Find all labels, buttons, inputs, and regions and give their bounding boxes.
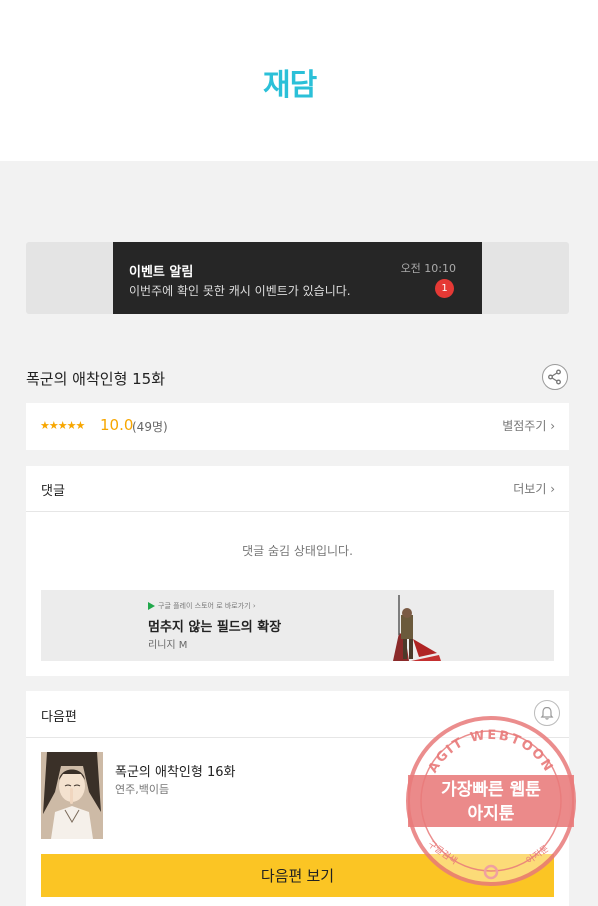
rating-score: 10.0 [100,416,134,434]
comments-card: 댓글 더보기 › 댓글 숨김 상태입니다. 구글 플레이 스토어 로 바로가기 … [26,466,569,676]
comments-more-button[interactable]: 더보기 › [513,480,555,497]
watermark-stamp: AGIT WEBTOON 가장빠른 웹툰 아지툰 구글검색 아지툰 [406,716,576,886]
event-title: 이벤트 알림 [129,265,194,280]
thumbnail-image [41,752,103,839]
rating-count: (49명) [132,420,168,434]
ad-subtitle: 구글 플레이 스토어 로 바로가기 › [158,602,256,610]
share-icon [548,369,561,385]
event-count-badge: 1 [435,279,454,298]
ad-character-image [393,595,441,661]
next-episode-title[interactable]: 폭군의 애착인형 16화 [115,761,236,780]
rate-button[interactable]: 별점주기 › [502,417,555,434]
ad-title: 멈추지 않는 필드의 확장 [148,620,282,635]
ad-brand: 리니지 M [148,640,188,651]
brand-logo[interactable]: 재담 [263,60,317,104]
watermark-line1: 가장빠른 웹툰 [441,780,541,800]
event-time: 오전 10:10 [400,262,456,275]
app-header: 재담 [0,0,598,161]
watermark-line2: 아지툰 [468,804,515,824]
next-episode-authors: 연주,백이듬 [115,783,170,796]
rating-card: ★★★★★ 10.0 (49명) 별점주기 › [26,403,569,450]
next-heading: 다음편 [41,710,77,725]
share-button[interactable] [542,364,568,390]
event-notification[interactable]: 이벤트 알림 이번주에 확인 못한 캐시 이벤트가 있습니다. 오전 10:10… [113,242,482,314]
episode-title: 폭군의 애착인형 15화 [26,370,166,388]
ad-banner[interactable]: 구글 플레이 스토어 로 바로가기 › 멈추지 않는 필드의 확장 리니지 M [41,590,554,661]
next-episode-thumbnail[interactable] [41,752,103,839]
event-message: 이번주에 확인 못한 캐시 이벤트가 있습니다. [129,284,351,298]
comments-hidden-message: 댓글 숨김 상태입니다. [242,544,353,558]
comments-heading: 댓글 [41,484,65,499]
divider [26,511,569,512]
star-rating-icon: ★★★★★ [40,419,85,432]
